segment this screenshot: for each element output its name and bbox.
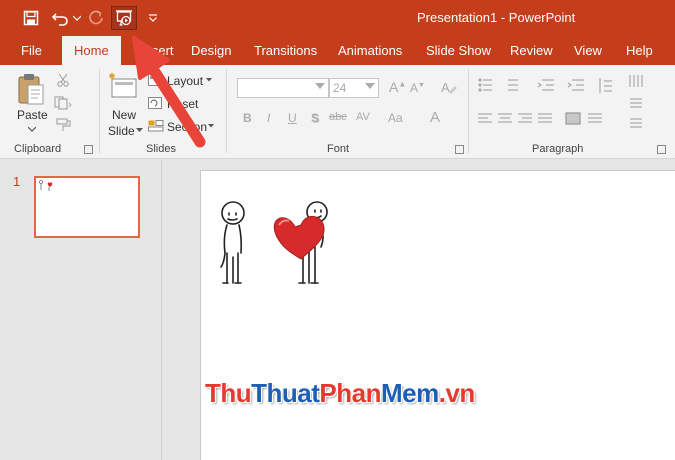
title-bar: Presentation1 - PowerPoint	[0, 0, 675, 36]
section-dropdown-icon[interactable]	[208, 124, 214, 128]
undo-icon	[52, 13, 68, 26]
bold-button[interactable]: B	[243, 111, 252, 125]
watermark-part: Mem	[381, 378, 439, 408]
new-slide-icon	[109, 73, 137, 98]
tab-help[interactable]: Help	[626, 43, 653, 58]
paragraph-group-label: Paragraph	[532, 143, 584, 155]
strikethrough-button[interactable]: abc	[329, 111, 347, 123]
watermark-part: .vn	[438, 378, 476, 408]
tab-transitions[interactable]: Transitions	[254, 43, 317, 58]
customize-qat-button[interactable]	[145, 6, 161, 30]
tab-review[interactable]: Review	[510, 43, 553, 58]
reset-icon	[148, 97, 162, 109]
clipboard-dialog-launcher-icon[interactable]	[84, 145, 93, 154]
svg-text:A: A	[441, 80, 450, 95]
new-slide-button[interactable]	[108, 73, 138, 104]
slide-number: 1	[13, 174, 21, 189]
increase-font-size-icon[interactable]: A▲	[389, 79, 406, 95]
group-divider	[99, 69, 100, 153]
slide-thumbnail[interactable]	[34, 176, 140, 238]
new-slide-dropdown-icon[interactable]	[136, 128, 143, 133]
new-slide-label-line2: Slide	[108, 124, 135, 138]
cut-icon[interactable]	[56, 73, 70, 87]
reset-button[interactable]: Reset	[167, 97, 198, 111]
watermark-part: Thu	[205, 378, 252, 408]
layout-icon	[148, 74, 162, 86]
font-dialog-launcher-icon[interactable]	[455, 145, 464, 154]
group-divider	[468, 69, 469, 153]
watermark-part: Thuat	[251, 378, 320, 408]
thumbnail-illustration	[39, 180, 53, 191]
ribbon: Paste Clipboard New Slide Layout Reset S…	[0, 65, 675, 159]
undo-button[interactable]	[50, 6, 72, 30]
underline-button[interactable]: U	[288, 111, 297, 125]
customize-qat-icon	[149, 14, 157, 22]
new-slide-label-line1: New	[112, 108, 137, 122]
text-direction-icons[interactable]	[628, 73, 648, 137]
watermark-part: Phan	[319, 378, 381, 408]
clear-formatting-icon[interactable]: A	[440, 78, 458, 96]
chevron-down-icon	[73, 15, 81, 21]
text-shadow-button[interactable]: S	[311, 111, 319, 125]
character-spacing-button[interactable]: AV	[356, 111, 370, 123]
tab-file[interactable]: File	[21, 43, 42, 58]
watermark-logo: ThuThuatPhanMem.vn	[205, 378, 475, 409]
redo-button[interactable]	[86, 6, 106, 30]
save-button[interactable]	[20, 6, 42, 30]
stick-figures-illustration	[220, 201, 328, 284]
tab-design[interactable]: Design	[191, 43, 231, 58]
section-button[interactable]: Section	[167, 120, 207, 134]
tab-slide-show[interactable]: Slide Show	[426, 43, 491, 58]
change-case-button[interactable]: Aa	[388, 111, 403, 125]
undo-dropdown-button[interactable]	[72, 6, 82, 30]
tab-animations[interactable]: Animations	[338, 43, 402, 58]
list-and-indent-icons[interactable]	[478, 77, 618, 95]
ribbon-tabs: File Home Insert Design Transitions Anim…	[0, 36, 675, 65]
section-icon	[148, 120, 164, 132]
redo-icon	[89, 10, 103, 25]
font-size-value: 24	[333, 81, 347, 95]
tab-view[interactable]: View	[574, 43, 602, 58]
tab-home[interactable]: Home	[62, 36, 121, 65]
slide-thumbnail-pane: 1	[0, 160, 162, 460]
start-from-beginning-icon	[116, 10, 132, 26]
paragraph-dialog-launcher-icon[interactable]	[657, 145, 666, 154]
tab-insert[interactable]: Insert	[141, 43, 174, 58]
window-title: Presentation1 - PowerPoint	[417, 10, 576, 25]
font-color-button[interactable]: A	[430, 109, 440, 126]
start-from-beginning-button[interactable]	[111, 6, 137, 30]
decrease-font-size-icon[interactable]: A▼	[410, 81, 425, 95]
paste-button[interactable]	[16, 73, 46, 110]
chevron-down-icon	[315, 83, 325, 89]
paste-dropdown-icon[interactable]	[28, 127, 36, 132]
paste-icon	[18, 74, 44, 105]
layout-button[interactable]: Layout	[167, 74, 203, 88]
font-group-label: Font	[327, 143, 350, 155]
alignment-icons[interactable]	[478, 112, 618, 126]
slides-group-label: Slides	[146, 143, 176, 155]
layout-dropdown-icon[interactable]	[206, 78, 212, 82]
group-divider	[226, 69, 227, 153]
font-name-combo[interactable]	[237, 78, 329, 98]
chevron-down-icon	[365, 83, 375, 89]
slide-canvas[interactable]	[200, 170, 675, 460]
format-painter-icon[interactable]	[56, 118, 72, 132]
save-icon	[23, 10, 39, 26]
italic-button[interactable]: I	[267, 111, 270, 125]
paste-label: Paste	[17, 108, 48, 122]
slide-editor	[163, 160, 675, 460]
clipboard-group-label: Clipboard	[14, 143, 62, 155]
copy-icon[interactable]	[54, 96, 72, 110]
font-size-combo[interactable]: 24	[329, 78, 379, 98]
